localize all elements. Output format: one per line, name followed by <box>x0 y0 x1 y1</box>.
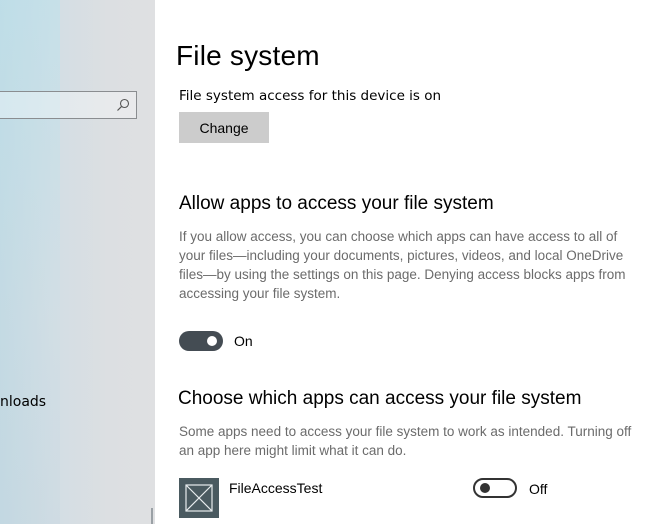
allow-apps-description: If you allow access, you can choose whic… <box>179 229 626 301</box>
page-title: File system <box>176 40 320 71</box>
app-placeholder-icon-graphic <box>185 484 213 512</box>
toggle-knob <box>480 483 490 493</box>
search-icon[interactable] <box>116 98 130 112</box>
settings-window: nloads File system File system access fo… <box>0 0 670 524</box>
sidebar-scrollbar[interactable] <box>151 508 153 524</box>
change-button[interactable]: Change <box>179 112 269 143</box>
main-content: File system File system access for this … <box>155 0 670 524</box>
app-access-toggle[interactable] <box>473 478 517 498</box>
toggle-knob <box>207 336 217 346</box>
access-status-text: File system access for this device is on <box>179 88 442 104</box>
choose-apps-description: Some apps need to access your file syste… <box>179 424 632 458</box>
sidebar: nloads <box>0 0 155 524</box>
sidebar-item-downloads[interactable]: nloads <box>0 394 46 410</box>
allow-apps-toggle-label: On <box>234 333 253 349</box>
app-access-toggle-label: Off <box>529 481 548 497</box>
allow-apps-toggle[interactable] <box>179 331 223 351</box>
app-name: FileAccessTest <box>229 480 323 496</box>
app-placeholder-icon <box>179 478 219 518</box>
search-input[interactable] <box>0 91 137 119</box>
choose-apps-heading: Choose which apps can access your file s… <box>178 388 582 409</box>
allow-apps-heading: Allow apps to access your file system <box>179 193 494 214</box>
